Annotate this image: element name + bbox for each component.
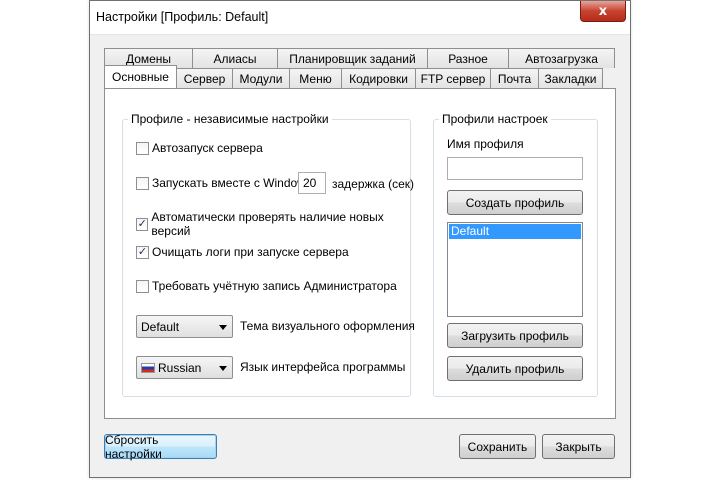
russia-flag-icon — [141, 362, 155, 373]
create-profile-button[interactable]: Создать профиль — [447, 190, 583, 215]
clear-logs-label: Очищать логи при запуске сервера — [152, 245, 349, 259]
theme-select-value: Default — [141, 319, 180, 334]
window-title: Настройки [Профиль: Default] — [96, 10, 269, 24]
profiles-list[interactable]: Default — [447, 222, 583, 317]
delay-input[interactable]: 20 — [298, 172, 326, 194]
require-admin-label: Требовать учётную запись Администратора — [152, 279, 397, 293]
require-admin-checkbox[interactable] — [136, 279, 149, 293]
reset-settings-button[interactable]: Сбросить настройки — [104, 433, 217, 461]
chevron-down-icon — [219, 325, 227, 330]
tab-row-back: Домены Алиасы Планировщик заданий Разное… — [104, 48, 615, 68]
autostart-checkbox[interactable] — [136, 141, 149, 155]
theme-label: Тема визуального оформления — [240, 319, 415, 333]
tab-row-front: Основные Сервер Модули Меню Кодировки FT… — [104, 65, 603, 88]
tab-autoload[interactable]: Автозагрузка — [508, 48, 615, 68]
start-with-windows-checkbox[interactable] — [136, 176, 149, 190]
tab-modules[interactable]: Модули — [232, 68, 290, 88]
tab-menu[interactable]: Меню — [289, 68, 342, 88]
tab-encodings[interactable]: Кодировки — [341, 68, 416, 88]
close-window-button[interactable]: x — [580, 1, 626, 22]
clear-logs-row[interactable]: ✓ Очищать логи при запуске сервера — [136, 245, 349, 259]
tab-ftp-server[interactable]: FTP сервер — [415, 68, 491, 88]
start-with-windows-label: Запускать вместе с Windows — [152, 176, 312, 190]
chevron-down-icon — [219, 366, 227, 371]
check-updates-row[interactable]: ✓ Автоматически проверять наличие новых … — [136, 210, 410, 238]
close-icon: x — [598, 3, 608, 19]
tab-server[interactable]: Сервер — [176, 68, 233, 88]
autostart-label: Автозапуск сервера — [152, 141, 263, 155]
tab-general[interactable]: Основные — [104, 65, 177, 88]
require-admin-row[interactable]: Требовать учётную запись Администратора — [136, 279, 397, 293]
close-button[interactable]: Закрыть — [542, 434, 615, 459]
profile-name-label: Имя профиля — [447, 137, 524, 151]
delay-label: задержка (сек) — [332, 177, 414, 191]
save-button[interactable]: Сохранить — [459, 434, 536, 459]
tab-aliases[interactable]: Алиасы — [192, 48, 278, 68]
title-bar: Настройки [Профиль: Default] x — [90, 1, 630, 35]
profiles-group: Профили настроек Имя профиля Создать про… — [433, 112, 598, 397]
tab-scheduler[interactable]: Планировщик заданий — [277, 48, 428, 68]
independent-settings-group: Профиле - независимые настройки Автозапу… — [122, 112, 415, 397]
autostart-row[interactable]: Автозапуск сервера — [136, 141, 263, 155]
tab-panel-general: Профиле - независимые настройки Автозапу… — [104, 88, 616, 419]
language-select-value: Russian — [158, 360, 202, 375]
clear-logs-checkbox[interactable]: ✓ — [136, 245, 149, 259]
language-label: Язык интерфейса программы — [240, 360, 406, 374]
tab-mail[interactable]: Почта — [490, 68, 539, 88]
list-item[interactable]: Default — [449, 224, 581, 239]
group-title-profiles: Профили настроек — [439, 112, 551, 126]
settings-window: Настройки [Профиль: Default] x Домены Ал… — [89, 0, 631, 478]
group-title-independent: Профиле - независимые настройки — [128, 112, 332, 126]
load-profile-button[interactable]: Загрузить профиль — [447, 323, 583, 348]
theme-select[interactable]: Default — [136, 315, 233, 338]
profile-name-input[interactable] — [447, 157, 583, 180]
check-updates-checkbox[interactable]: ✓ — [136, 217, 149, 231]
start-with-windows-row[interactable]: Запускать вместе с Windows — [136, 176, 312, 190]
tab-misc[interactable]: Разное — [427, 48, 509, 68]
language-select[interactable]: Russian — [136, 356, 233, 379]
check-updates-label: Автоматически проверять наличие новых ве… — [151, 210, 384, 238]
delete-profile-button[interactable]: Удалить профиль — [447, 356, 583, 381]
tab-bookmarks[interactable]: Закладки — [538, 68, 603, 88]
